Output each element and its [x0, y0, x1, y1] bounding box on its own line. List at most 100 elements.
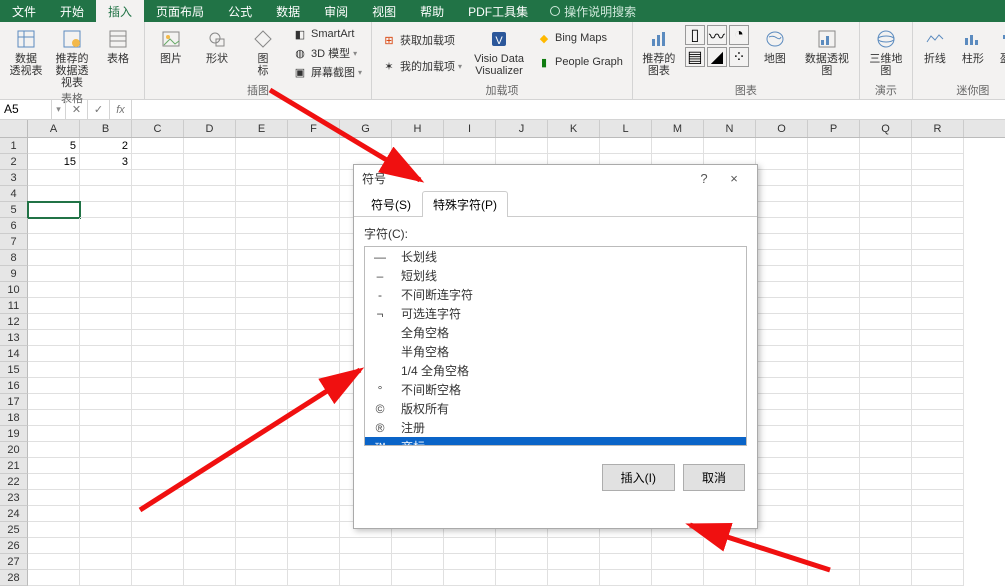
cell[interactable]: [340, 538, 392, 554]
cell[interactable]: [860, 506, 912, 522]
column-header[interactable]: R: [912, 120, 964, 137]
cell[interactable]: [80, 426, 132, 442]
cell[interactable]: [80, 490, 132, 506]
column-header[interactable]: D: [184, 120, 236, 137]
cell[interactable]: [756, 458, 808, 474]
cell[interactable]: [704, 538, 756, 554]
cell[interactable]: [80, 202, 132, 218]
cell[interactable]: [912, 154, 964, 170]
chart-column-icon[interactable]: ▯: [685, 25, 705, 45]
row-header[interactable]: 2: [0, 154, 28, 170]
cell[interactable]: [860, 378, 912, 394]
cell[interactable]: [912, 298, 964, 314]
column-header[interactable]: G: [340, 120, 392, 137]
cell[interactable]: [808, 346, 860, 362]
cell[interactable]: [288, 250, 340, 266]
row-header[interactable]: 28: [0, 570, 28, 586]
cell[interactable]: [28, 506, 80, 522]
row-header[interactable]: 27: [0, 554, 28, 570]
cell[interactable]: [860, 554, 912, 570]
cell[interactable]: [912, 570, 964, 586]
column-header[interactable]: C: [132, 120, 184, 137]
tab-layout[interactable]: 页面布局: [144, 0, 216, 22]
tab-review[interactable]: 审阅: [312, 0, 360, 22]
cell[interactable]: [288, 298, 340, 314]
my-addins-button[interactable]: ✶我的加载项▾: [378, 57, 465, 75]
column-header[interactable]: I: [444, 120, 496, 137]
cell[interactable]: [236, 138, 288, 154]
char-list-item[interactable]: 1/4 全角空格: [365, 361, 746, 380]
cell[interactable]: [860, 426, 912, 442]
cell[interactable]: [236, 314, 288, 330]
cell[interactable]: [652, 538, 704, 554]
tab-file[interactable]: 文件: [0, 0, 48, 22]
cell[interactable]: [756, 170, 808, 186]
cell[interactable]: [808, 330, 860, 346]
cell[interactable]: [236, 394, 288, 410]
char-list-item[interactable]: °不间断空格: [365, 380, 746, 399]
cell[interactable]: [548, 538, 600, 554]
cell[interactable]: [704, 570, 756, 586]
cell[interactable]: [28, 442, 80, 458]
cell[interactable]: [496, 138, 548, 154]
cell[interactable]: [80, 394, 132, 410]
enter-button[interactable]: ✓: [88, 100, 110, 119]
cell[interactable]: [860, 410, 912, 426]
cell[interactable]: [28, 330, 80, 346]
cell[interactable]: [236, 538, 288, 554]
cell[interactable]: [756, 282, 808, 298]
cell[interactable]: [808, 458, 860, 474]
cell[interactable]: [808, 298, 860, 314]
cell[interactable]: [912, 234, 964, 250]
cell[interactable]: [80, 266, 132, 282]
cell[interactable]: [80, 570, 132, 586]
cell[interactable]: [236, 554, 288, 570]
cell[interactable]: [236, 218, 288, 234]
cell[interactable]: [756, 362, 808, 378]
visio-button[interactable]: V Visio Data Visualizer: [471, 25, 527, 77]
cell[interactable]: [756, 538, 808, 554]
cell[interactable]: [132, 282, 184, 298]
cell[interactable]: [184, 442, 236, 458]
cell[interactable]: [808, 234, 860, 250]
cell[interactable]: [28, 250, 80, 266]
cell[interactable]: [184, 394, 236, 410]
cell[interactable]: [236, 186, 288, 202]
cell[interactable]: [28, 218, 80, 234]
cell[interactable]: [132, 474, 184, 490]
row-header[interactable]: 22: [0, 474, 28, 490]
column-header[interactable]: J: [496, 120, 548, 137]
char-list-item[interactable]: ®注册: [365, 418, 746, 437]
cell[interactable]: [912, 458, 964, 474]
get-addins-button[interactable]: ⊞获取加载项: [378, 31, 465, 49]
cell[interactable]: [808, 474, 860, 490]
cell[interactable]: [132, 266, 184, 282]
cell[interactable]: [28, 522, 80, 538]
cell[interactable]: [912, 330, 964, 346]
cell[interactable]: [80, 170, 132, 186]
cell[interactable]: [184, 410, 236, 426]
cell[interactable]: [28, 234, 80, 250]
cell[interactable]: [756, 154, 808, 170]
cell[interactable]: [28, 346, 80, 362]
cell[interactable]: [860, 170, 912, 186]
cell[interactable]: [392, 538, 444, 554]
cell[interactable]: [600, 538, 652, 554]
cell[interactable]: [184, 138, 236, 154]
cell[interactable]: [132, 490, 184, 506]
cell[interactable]: [236, 346, 288, 362]
cell[interactable]: [132, 170, 184, 186]
table-button[interactable]: 表格: [98, 25, 138, 65]
name-box-dropdown[interactable]: ▾: [52, 100, 66, 119]
cell[interactable]: [860, 442, 912, 458]
row-header[interactable]: 12: [0, 314, 28, 330]
model3d-button[interactable]: ◍3D 模型▾: [289, 44, 365, 62]
pictures-button[interactable]: 图片: [151, 25, 191, 65]
cell[interactable]: [28, 378, 80, 394]
chart-bar-icon[interactable]: ▤: [685, 47, 705, 67]
cell[interactable]: [704, 138, 756, 154]
row-header[interactable]: 5: [0, 202, 28, 218]
cell[interactable]: [912, 346, 964, 362]
cell[interactable]: [236, 234, 288, 250]
cell[interactable]: [808, 154, 860, 170]
